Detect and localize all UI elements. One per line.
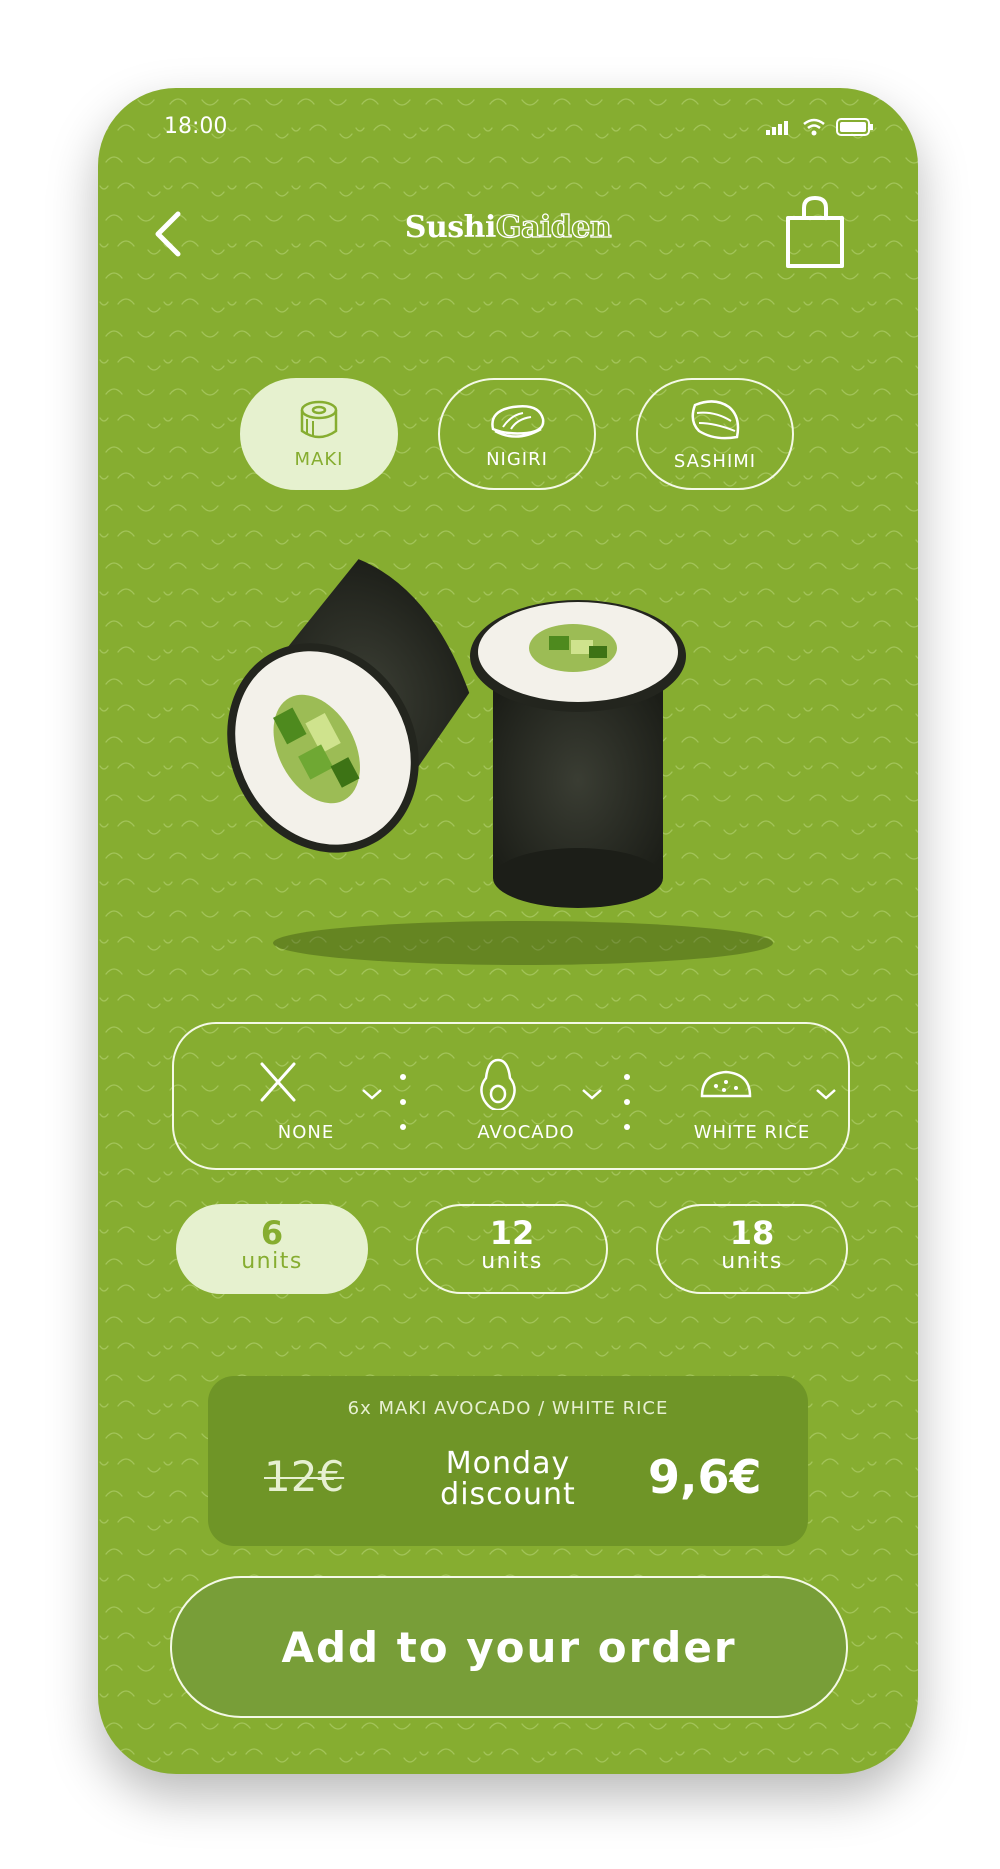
option-label: WHITE RICE [693, 1122, 811, 1143]
option-label: AVOCADO [477, 1122, 575, 1143]
add-to-order-button[interactable]: Add to your order [170, 1576, 848, 1718]
category-label: NIGIRI [486, 448, 548, 470]
units-label: units [241, 1249, 303, 1274]
chevron-down-icon [582, 1089, 602, 1100]
status-time: 18:00 [164, 114, 228, 139]
maki-roll-icon [300, 400, 338, 438]
units-count: 6 [260, 1214, 284, 1252]
nigiri-icon [491, 404, 545, 438]
sashimi-icon [691, 399, 740, 439]
add-to-order-label: Add to your order [281, 1622, 737, 1672]
option-avocado[interactable]: AVOCADO [436, 1024, 636, 1172]
separator-dots [624, 1074, 630, 1130]
discount-line-1: Monday [445, 1446, 571, 1481]
original-price: 12€ [264, 1452, 345, 1501]
battery-icon [836, 118, 873, 136]
separator-dots [400, 1074, 406, 1130]
discount-line-2: discount [440, 1477, 576, 1512]
units-count: 18 [729, 1214, 775, 1252]
discounted-price: 9,6€ [648, 1450, 762, 1504]
phone-screen: 18:00 SushiGaiden MAKI NIGIRI SASHIMI NO… [98, 88, 918, 1774]
units-label: units [481, 1249, 543, 1274]
maki-product-image [227, 559, 773, 965]
signal-icon [766, 121, 788, 135]
rice-icon [700, 1070, 752, 1098]
discount-label: Monday discount [418, 1448, 598, 1510]
brand-logo: SushiGaiden [328, 209, 688, 245]
status-icons [766, 118, 874, 136]
summary-title: 6x MAKI AVOCADO / WHITE RICE [347, 1398, 669, 1419]
ingredient-options: NONE AVOCADO WHITE RICE [172, 1022, 850, 1170]
units-label: units [721, 1249, 783, 1274]
back-arrow-icon[interactable] [150, 206, 186, 262]
logo-text-sushi: Sushi [404, 210, 497, 245]
wifi-icon [803, 118, 825, 136]
chevron-down-icon [816, 1089, 836, 1100]
units-count: 12 [489, 1214, 535, 1252]
category-nigiri[interactable]: NIGIRI [438, 378, 596, 490]
order-summary: 6x MAKI AVOCADO / WHITE RICE 12€ Monday … [208, 1376, 808, 1546]
option-white-rice[interactable]: WHITE RICE [664, 1024, 864, 1172]
units-18-button[interactable]: 18 units [656, 1204, 848, 1294]
avocado-icon [480, 1058, 516, 1110]
option-label: NONE [277, 1122, 335, 1143]
chevron-down-icon [362, 1089, 382, 1100]
shopping-bag-icon[interactable] [782, 194, 848, 270]
category-sashimi[interactable]: SASHIMI [636, 378, 794, 490]
units-6-button[interactable]: 6 units [176, 1204, 368, 1294]
option-none[interactable]: NONE [216, 1024, 416, 1172]
logo-text-gaiden: Gaiden [495, 209, 612, 245]
category-label: SASHIMI [673, 450, 757, 472]
units-12-button[interactable]: 12 units [416, 1204, 608, 1294]
category-maki[interactable]: MAKI [240, 378, 398, 490]
category-label: MAKI [294, 448, 344, 470]
x-icon [260, 1062, 296, 1102]
